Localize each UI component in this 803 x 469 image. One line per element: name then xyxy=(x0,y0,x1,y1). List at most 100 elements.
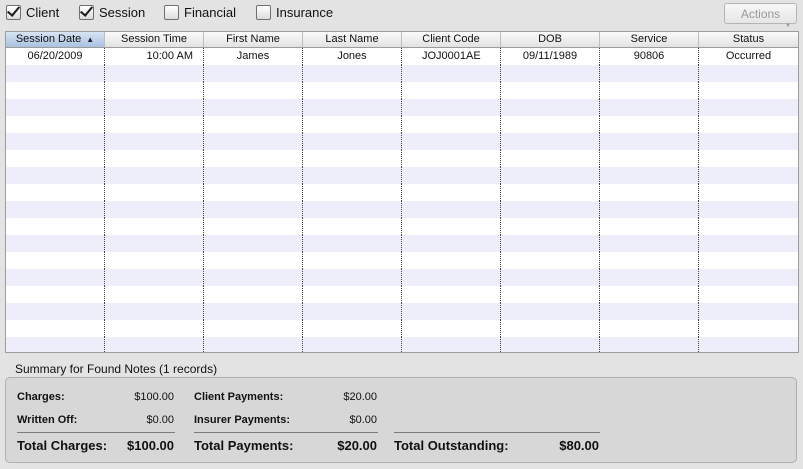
empty-cell xyxy=(699,286,798,303)
empty-cell xyxy=(402,337,501,352)
empty-cell xyxy=(402,201,501,218)
column-header-client-code[interactable]: Client Code xyxy=(402,32,501,47)
insurance-checkbox[interactable]: Insurance xyxy=(256,5,333,20)
client-checkbox-box[interactable] xyxy=(6,5,21,20)
empty-cell xyxy=(303,150,402,167)
empty-cell xyxy=(105,218,204,235)
empty-row xyxy=(6,150,798,167)
empty-cell xyxy=(6,184,105,201)
empty-cell xyxy=(303,99,402,116)
financial-checkbox-box[interactable] xyxy=(164,5,179,20)
empty-cell xyxy=(105,116,204,133)
empty-row xyxy=(6,116,798,133)
summary-title: Summary for Found Notes (1 records) xyxy=(15,362,218,376)
empty-cell xyxy=(6,218,105,235)
empty-cell xyxy=(6,269,105,286)
column-header-label: Service xyxy=(630,33,668,45)
empty-cell xyxy=(699,133,798,150)
empty-cell xyxy=(402,320,501,337)
empty-cell xyxy=(204,82,303,99)
empty-cell xyxy=(501,218,600,235)
empty-row xyxy=(6,252,798,269)
charges-value: $100.00 xyxy=(134,391,174,403)
empty-cell xyxy=(6,303,105,320)
empty-cell xyxy=(501,269,600,286)
column-header-first-name[interactable]: First Name xyxy=(204,32,303,47)
empty-cell xyxy=(105,99,204,116)
empty-cell xyxy=(501,201,600,218)
empty-cell xyxy=(501,133,600,150)
empty-cell xyxy=(105,235,204,252)
cell-service: 90806 xyxy=(600,48,699,65)
empty-cell xyxy=(501,167,600,184)
financial-checkbox[interactable]: Financial xyxy=(164,5,236,20)
client-payments-value: $20.00 xyxy=(343,391,377,403)
empty-cell xyxy=(600,116,699,133)
cell-session-time: 10:00 AM xyxy=(105,48,204,65)
empty-cell xyxy=(6,286,105,303)
empty-cell xyxy=(402,184,501,201)
empty-cell xyxy=(303,252,402,269)
client-checkbox[interactable]: Client xyxy=(6,5,59,20)
empty-cell xyxy=(204,269,303,286)
empty-cell xyxy=(402,167,501,184)
session-checkbox[interactable]: Session xyxy=(79,5,145,20)
empty-cell xyxy=(303,201,402,218)
empty-cell xyxy=(600,201,699,218)
empty-cell xyxy=(303,82,402,99)
empty-cell xyxy=(600,99,699,116)
table-row[interactable]: 06/20/2009 10:00 AM James Jones JOJ0001A… xyxy=(6,48,798,65)
insurance-checkbox-label: Insurance xyxy=(276,5,334,20)
empty-cell xyxy=(6,65,105,82)
cell-dob: 09/11/1989 xyxy=(501,48,600,65)
session-checkbox-label: Session xyxy=(99,5,146,20)
empty-cell xyxy=(402,252,501,269)
column-header-last-name[interactable]: Last Name xyxy=(303,32,402,47)
empty-cell xyxy=(204,99,303,116)
empty-cell xyxy=(402,99,501,116)
empty-cell xyxy=(600,303,699,320)
empty-row xyxy=(6,218,798,235)
cell-session-date: 06/20/2009 xyxy=(6,48,105,65)
empty-cell xyxy=(501,337,600,352)
column-header-session-time[interactable]: Session Time xyxy=(105,32,204,47)
empty-cell xyxy=(6,337,105,352)
empty-cell xyxy=(600,133,699,150)
empty-cell xyxy=(6,201,105,218)
empty-cell xyxy=(402,218,501,235)
empty-cell xyxy=(600,286,699,303)
empty-cell xyxy=(699,218,798,235)
column-header-status[interactable]: Status xyxy=(699,32,798,47)
insurance-checkbox-box[interactable] xyxy=(256,5,271,20)
empty-cell xyxy=(501,184,600,201)
empty-cell xyxy=(6,235,105,252)
empty-cell xyxy=(6,320,105,337)
written-off-value: $0.00 xyxy=(146,414,174,426)
notes-table: Session Date ▲ Session Time First Name La… xyxy=(5,31,799,353)
empty-cell xyxy=(699,235,798,252)
empty-cell xyxy=(204,218,303,235)
session-checkbox-box[interactable] xyxy=(79,5,94,20)
column-header-label: DOB xyxy=(538,33,562,45)
column-header-service[interactable]: Service xyxy=(600,32,699,47)
empty-cell xyxy=(303,337,402,352)
empty-cell xyxy=(402,235,501,252)
empty-cell xyxy=(303,218,402,235)
empty-cell xyxy=(402,269,501,286)
empty-row xyxy=(6,133,798,150)
empty-cell xyxy=(303,235,402,252)
empty-cell xyxy=(699,184,798,201)
column-header-session-date[interactable]: Session Date ▲ xyxy=(6,32,105,47)
column-header-dob[interactable]: DOB xyxy=(501,32,600,47)
filter-toolbar: Client Session Financial Insurance Actio… xyxy=(0,0,803,29)
empty-cell xyxy=(699,82,798,99)
empty-row xyxy=(6,201,798,218)
empty-cell xyxy=(699,320,798,337)
client-payments-label: Client Payments: xyxy=(194,391,284,403)
empty-cell xyxy=(204,65,303,82)
column-header-label: Status xyxy=(732,33,765,45)
empty-cell xyxy=(105,201,204,218)
total-payments-value: $20.00 xyxy=(337,438,377,453)
empty-cell xyxy=(699,269,798,286)
actions-menu-button[interactable]: Actions ▼ xyxy=(724,3,797,29)
